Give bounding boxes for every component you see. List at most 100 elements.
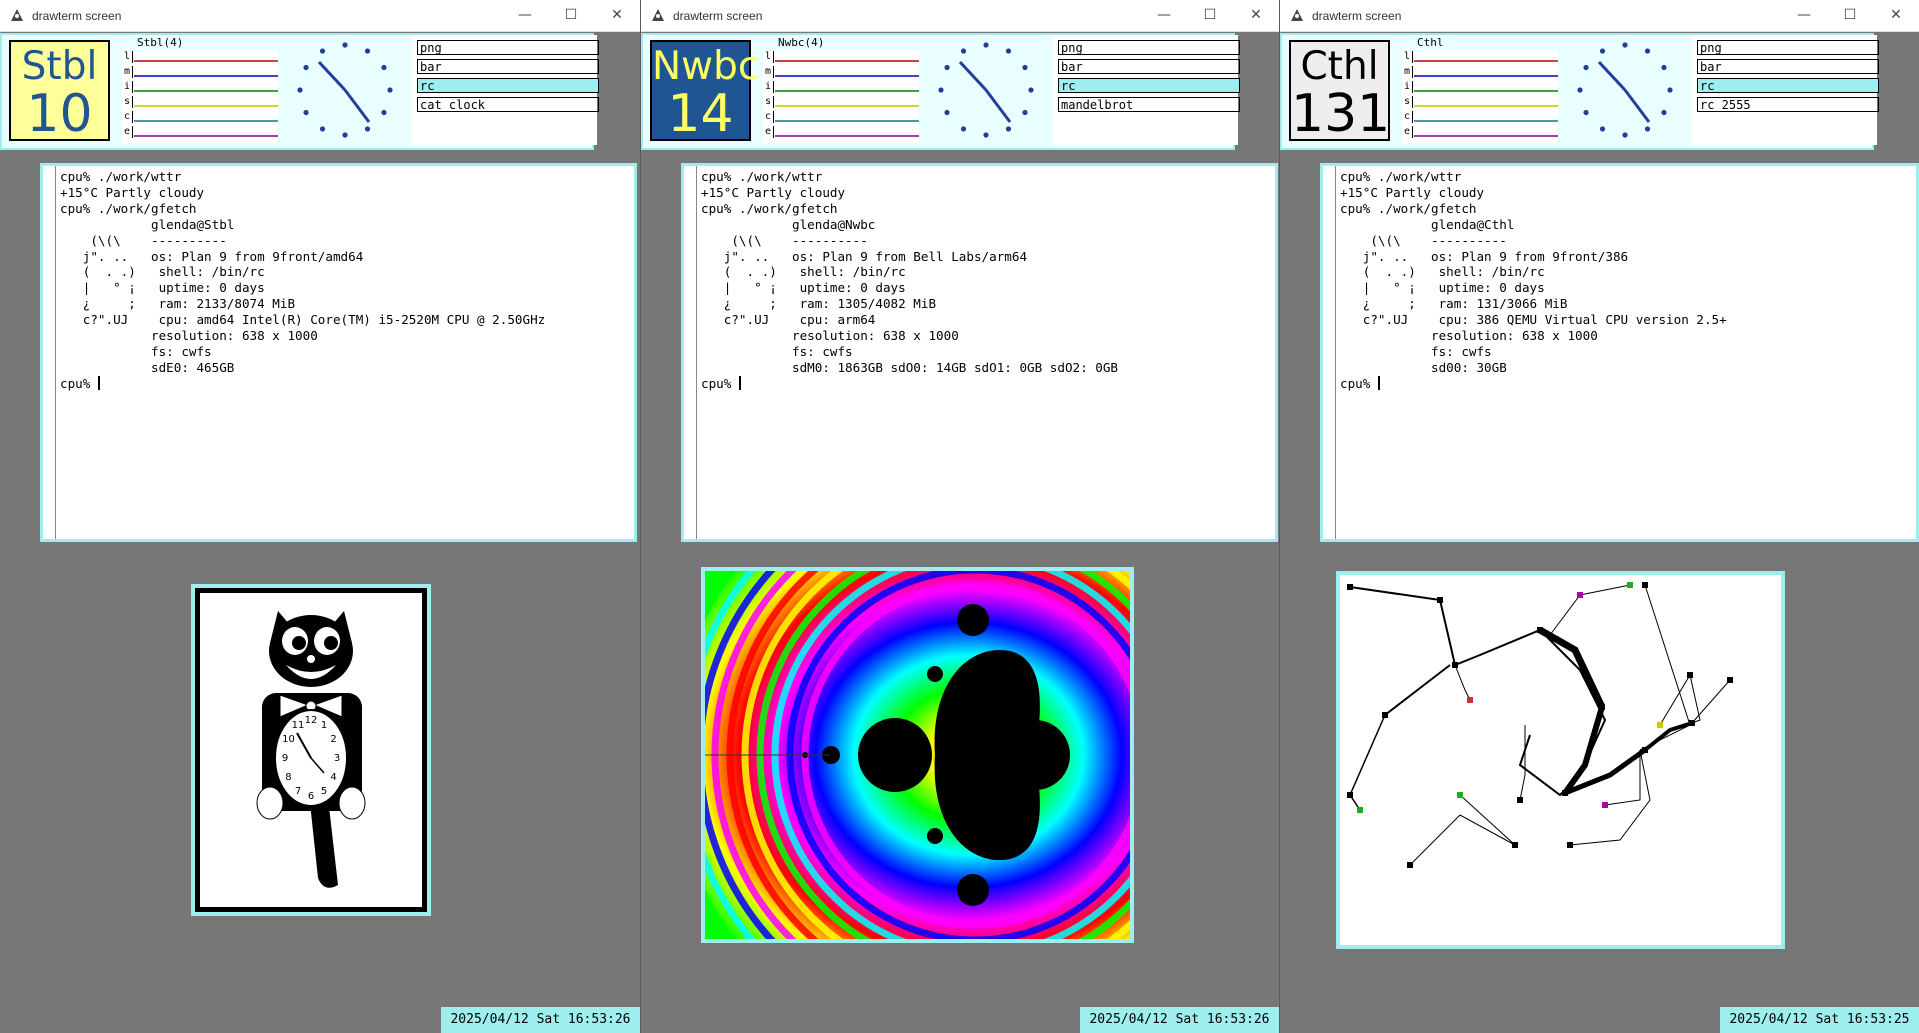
clock-tick xyxy=(387,87,393,93)
stats-row-i: i xyxy=(763,81,919,94)
stats-row-label: l xyxy=(763,51,774,63)
close-icon[interactable]: ✕ xyxy=(1233,0,1279,31)
stats-row-label: s xyxy=(763,96,774,108)
minimize-icon[interactable]: — xyxy=(1781,0,1827,31)
clock-tick xyxy=(297,87,303,93)
title-bar[interactable]: drawterm screen — ☐ ✕ xyxy=(1280,0,1919,32)
menu-item[interactable]: png xyxy=(417,40,599,55)
text-cursor xyxy=(738,375,741,390)
cat-clock-numeral: 2 xyxy=(330,734,336,745)
stats-row-m: m xyxy=(763,66,919,79)
stats-row-label: i xyxy=(1402,81,1413,93)
clock-tick xyxy=(1005,48,1012,54)
graph-node xyxy=(1437,597,1443,603)
host-name: Stbl xyxy=(21,44,98,89)
clock-hand xyxy=(343,89,371,123)
stats-row-label: c xyxy=(763,111,774,123)
stats-row-label: m xyxy=(763,66,774,78)
stats-row-e: e xyxy=(1402,126,1558,139)
menu-item[interactable]: bar xyxy=(417,59,599,74)
close-icon[interactable]: ✕ xyxy=(1873,0,1919,31)
terminal-window[interactable]: cpu% ./work/wttr +15°C Partly cloudy cpu… xyxy=(1320,163,1919,542)
mandelbrot-window[interactable] xyxy=(701,567,1134,943)
mandelbrot-image xyxy=(705,571,1130,939)
title-bar[interactable]: drawterm screen — ☐ ✕ xyxy=(641,0,1279,32)
cat-clock-image: 12 1234567891011 xyxy=(256,611,366,888)
clock-tick xyxy=(960,126,967,132)
graph-node xyxy=(1642,747,1648,753)
clock-tick xyxy=(1644,126,1651,132)
maximize-icon[interactable]: ☐ xyxy=(548,0,594,31)
terminal-output[interactable]: cpu% ./work/wttr +15°C Partly cloudy cpu… xyxy=(701,169,1118,392)
menu-item[interactable]: png xyxy=(1058,40,1240,55)
minimize-icon[interactable]: — xyxy=(502,0,548,31)
host-name: Cthl xyxy=(1300,44,1379,89)
scrollbar[interactable] xyxy=(1323,166,1336,539)
cat-clock-numeral: 7 xyxy=(295,786,301,797)
drawterm-window-3[interactable]: drawterm screen — ☐ ✕ Cthl 131 Cthl lmis… xyxy=(1280,0,1919,1033)
launcher-menu: png bar rc cat clock xyxy=(412,35,599,145)
clock-tick xyxy=(1667,87,1673,93)
stats-row-label: e xyxy=(1402,126,1413,138)
menu-item[interactable]: rc xyxy=(1697,78,1879,93)
stats-row-label: l xyxy=(122,51,133,63)
scrollbar[interactable] xyxy=(43,166,56,539)
close-icon[interactable]: ✕ xyxy=(594,0,640,31)
cat-clock-window[interactable]: 12 1 2 3 4 5 6 7 8 9 10 11 xyxy=(191,584,431,916)
host-badge: Stbl 10 xyxy=(9,40,110,141)
terminal-window[interactable]: cpu% ./work/wttr +15°C Partly cloudy cpu… xyxy=(40,163,637,542)
clock-hand xyxy=(1623,89,1651,123)
analog-clock xyxy=(1567,35,1683,145)
stats-row-m: m xyxy=(1402,66,1558,79)
stats-graph-line xyxy=(775,105,919,107)
menu-item[interactable]: bar xyxy=(1697,59,1879,74)
minimize-icon[interactable]: — xyxy=(1141,0,1187,31)
stats-graph-line xyxy=(775,75,919,77)
clock-tick xyxy=(1622,132,1628,138)
clock-tick xyxy=(1005,126,1012,132)
clock-tick xyxy=(303,64,309,71)
graph-node xyxy=(1347,792,1353,798)
stats-row-m: m xyxy=(122,66,278,79)
graph-node xyxy=(1467,697,1473,703)
stats-row-i: i xyxy=(1402,81,1558,94)
stats-row-c: c xyxy=(122,111,278,124)
menu-item[interactable]: rc xyxy=(417,78,599,93)
menu-item[interactable]: rc 2555 xyxy=(1697,97,1879,112)
rio-bar: Nwbc 14 Nwbc(4) lmisce png bar rc mandelbro… xyxy=(641,33,1240,150)
menu-item[interactable]: rc xyxy=(1058,78,1240,93)
clock-tick xyxy=(1022,109,1028,116)
stats-title: Cthl xyxy=(1417,36,1444,49)
menu-item[interactable]: bar xyxy=(1058,59,1240,74)
terminal-output[interactable]: cpu% ./work/wttr +15°C Partly cloudy cpu… xyxy=(1340,169,1727,392)
stats-row-s: s xyxy=(763,96,919,109)
clock-tick xyxy=(938,87,944,93)
drawterm-window-1[interactable]: drawterm screen — ☐ ✕ Stbl 10 Stbl(4) lm… xyxy=(0,0,640,1033)
clock-tick xyxy=(1583,64,1589,71)
clock-tick xyxy=(364,126,371,132)
terminal-window[interactable]: cpu% ./work/wttr +15°C Partly cloudy cpu… xyxy=(681,163,1278,542)
graph-node xyxy=(1537,627,1543,633)
stats-row-label: s xyxy=(122,96,133,108)
maximize-icon[interactable]: ☐ xyxy=(1827,0,1873,31)
drawterm-window-2[interactable]: drawterm screen — ☐ ✕ Nwbc 14 Nwbc(4) lm… xyxy=(641,0,1279,1033)
clock-tick xyxy=(1622,42,1628,48)
graph-window[interactable] xyxy=(1336,571,1785,949)
rio-bar: Stbl 10 Stbl(4) lmisce png bar rc cat clock xyxy=(0,33,599,150)
terminal-output[interactable]: cpu% ./work/wttr +15°C Partly cloudy cpu… xyxy=(60,169,545,392)
clock-tick xyxy=(1661,109,1667,116)
menu-item[interactable]: png xyxy=(1697,40,1879,55)
date-display: 2025/04/12 Sat 16:53:26 xyxy=(1080,1007,1279,1033)
graph-node xyxy=(1599,704,1605,710)
maximize-icon[interactable]: ☐ xyxy=(1187,0,1233,31)
scrollbar[interactable] xyxy=(684,166,697,539)
graph-node xyxy=(1642,582,1648,588)
menu-item[interactable]: mandelbrot xyxy=(1058,97,1240,112)
title-bar[interactable]: drawterm screen — ☐ ✕ xyxy=(0,0,640,32)
menu-item[interactable]: cat clock xyxy=(417,97,599,112)
stats-graph-line xyxy=(134,60,278,62)
graph-node xyxy=(1357,807,1363,813)
graph-node xyxy=(1407,862,1413,868)
clock-tick xyxy=(1599,126,1606,132)
cat-clock-numeral: 3 xyxy=(334,753,340,764)
